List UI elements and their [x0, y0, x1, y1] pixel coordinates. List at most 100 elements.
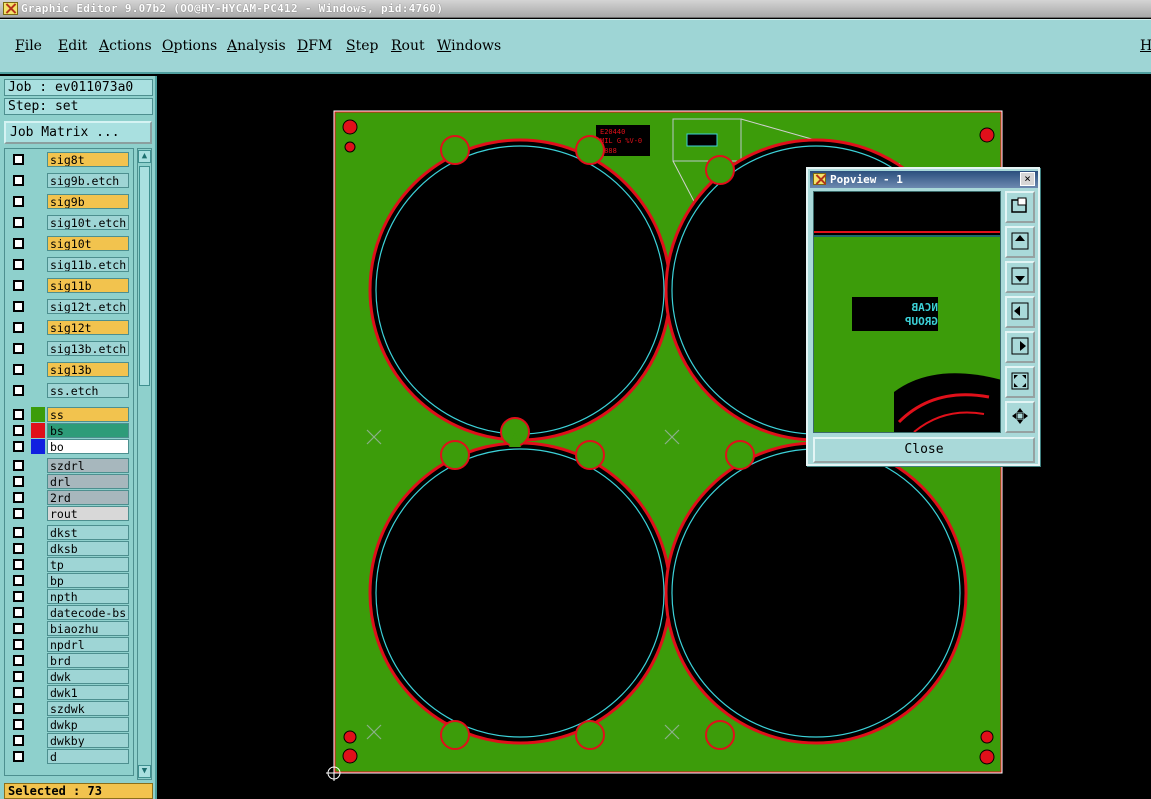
layer-color-swatch[interactable] — [31, 621, 45, 636]
layer-color-swatch[interactable] — [31, 717, 45, 732]
layer-checkbox[interactable] — [13, 460, 24, 471]
layer-name-bs[interactable]: bs — [47, 423, 129, 438]
layer-checkbox[interactable] — [13, 527, 24, 538]
layer-name-sig11b.etch[interactable]: sig11b.etch — [47, 257, 129, 272]
menu-rout[interactable]: Rout — [391, 38, 425, 54]
layer-row[interactable]: dkst — [9, 525, 133, 540]
layer-checkbox[interactable] — [13, 301, 24, 312]
layer-color-swatch[interactable] — [31, 541, 45, 556]
layer-row[interactable]: biaozhu — [9, 621, 133, 636]
layer-color-swatch[interactable] — [31, 701, 45, 716]
layer-checkbox[interactable] — [13, 655, 24, 666]
layer-name-ss[interactable]: ss — [47, 407, 129, 422]
layer-color-swatch[interactable] — [31, 320, 45, 335]
layer-color-swatch[interactable] — [31, 439, 45, 454]
layer-name-sig13b[interactable]: sig13b — [47, 362, 129, 377]
layer-color-swatch[interactable] — [31, 733, 45, 748]
layer-row[interactable]: ss.etch — [9, 383, 133, 398]
layer-row[interactable]: sig11b.etch — [9, 257, 133, 272]
layer-row[interactable]: rout — [9, 506, 133, 521]
layer-checkbox[interactable] — [13, 343, 24, 354]
scroll-down-arrow-icon[interactable]: ▼ — [138, 765, 151, 778]
layer-row[interactable]: sig11b — [9, 278, 133, 293]
layer-checkbox[interactable] — [13, 217, 24, 228]
layer-checkbox[interactable] — [13, 623, 24, 634]
layer-checkbox[interactable] — [13, 425, 24, 436]
layer-name-d[interactable]: d — [47, 749, 129, 764]
layer-checkbox[interactable] — [13, 639, 24, 650]
layer-row[interactable]: sig13b — [9, 362, 133, 377]
layer-list[interactable]: sig8t sig9b.etch sig9b sig10t.etch sig10t sig… — [4, 148, 134, 776]
scroll-thumb[interactable] — [139, 166, 150, 386]
layer-row[interactable]: sig12t.etch — [9, 299, 133, 314]
zoom-extents-icon[interactable] — [1005, 401, 1035, 433]
layer-name-szdrl[interactable]: szdrl — [47, 458, 129, 473]
layer-name-npdrl[interactable]: npdrl — [47, 637, 129, 652]
layer-color-swatch[interactable] — [31, 194, 45, 209]
layer-row[interactable]: drl — [9, 474, 133, 489]
layer-name-dwkby[interactable]: dwkby — [47, 733, 129, 748]
layer-checkbox[interactable] — [13, 607, 24, 618]
layer-checkbox[interactable] — [13, 719, 24, 730]
layer-checkbox[interactable] — [13, 196, 24, 207]
layer-row[interactable]: npdrl — [9, 637, 133, 652]
layer-name-dwkp[interactable]: dwkp — [47, 717, 129, 732]
layer-name-datecode-bs[interactable]: datecode-bs — [47, 605, 129, 620]
layer-checkbox[interactable] — [13, 671, 24, 682]
popview-preview[interactable]: NCAB GROUP — [813, 191, 1001, 433]
layer-checkbox[interactable] — [13, 543, 24, 554]
menu-actions[interactable]: Actions — [99, 38, 152, 54]
layer-row[interactable]: szdwk — [9, 701, 133, 716]
layer-checkbox[interactable] — [13, 687, 24, 698]
layer-color-swatch[interactable] — [31, 749, 45, 764]
layer-color-swatch[interactable] — [31, 236, 45, 251]
layer-row[interactable]: dwk1 — [9, 685, 133, 700]
menu-options[interactable]: Options — [162, 38, 217, 54]
layer-row[interactable]: bs — [9, 423, 133, 438]
layer-checkbox[interactable] — [13, 735, 24, 746]
layer-color-swatch[interactable] — [31, 605, 45, 620]
layer-name-dwk1[interactable]: dwk1 — [47, 685, 129, 700]
layer-checkbox[interactable] — [13, 703, 24, 714]
layer-checkbox[interactable] — [13, 508, 24, 519]
layer-row[interactable]: d — [9, 749, 133, 764]
layer-name-ss.etch[interactable]: ss.etch — [47, 383, 129, 398]
layer-checkbox[interactable] — [13, 364, 24, 375]
layer-color-swatch[interactable] — [31, 573, 45, 588]
layer-checkbox[interactable] — [13, 154, 24, 165]
layer-row[interactable]: bp — [9, 573, 133, 588]
pan-down-icon[interactable] — [1005, 261, 1035, 293]
layer-name-biaozhu[interactable]: biaozhu — [47, 621, 129, 636]
menu-edit[interactable]: Edit — [58, 38, 87, 54]
layer-row[interactable]: dksb — [9, 541, 133, 556]
layer-color-swatch[interactable] — [31, 653, 45, 668]
layer-row[interactable]: bo — [9, 439, 133, 454]
menu-step[interactable]: Step — [346, 38, 378, 54]
layer-name-dksb[interactable]: dksb — [47, 541, 129, 556]
zoom-window-icon[interactable] — [1005, 191, 1035, 223]
layer-color-swatch[interactable] — [31, 362, 45, 377]
layer-row[interactable]: sig9b.etch — [9, 173, 133, 188]
layer-row[interactable]: sig10t — [9, 236, 133, 251]
layer-name-sig10t.etch[interactable]: sig10t.etch — [47, 215, 129, 230]
pan-left-icon[interactable] — [1005, 296, 1035, 328]
layer-name-sig8t[interactable]: sig8t — [47, 152, 129, 167]
layer-checkbox[interactable] — [13, 175, 24, 186]
layer-checkbox[interactable] — [13, 559, 24, 570]
layer-row[interactable]: sig10t.etch — [9, 215, 133, 230]
layer-row[interactable]: dwk — [9, 669, 133, 684]
layer-name-drl[interactable]: drl — [47, 474, 129, 489]
layer-color-swatch[interactable] — [31, 490, 45, 505]
layer-checkbox[interactable] — [13, 492, 24, 503]
layer-row[interactable]: ss — [9, 407, 133, 422]
menu-analysis[interactable]: Analysis — [227, 38, 286, 54]
layer-row[interactable]: sig8t — [9, 152, 133, 167]
layer-name-sig11b[interactable]: sig11b — [47, 278, 129, 293]
layer-row[interactable]: sig9b — [9, 194, 133, 209]
layer-row[interactable]: tp — [9, 557, 133, 572]
layer-name-bp[interactable]: bp — [47, 573, 129, 588]
menu-dfm[interactable]: DFM — [297, 38, 332, 54]
layer-name-2rd[interactable]: 2rd — [47, 490, 129, 505]
layer-color-swatch[interactable] — [31, 152, 45, 167]
layer-color-swatch[interactable] — [31, 383, 45, 398]
